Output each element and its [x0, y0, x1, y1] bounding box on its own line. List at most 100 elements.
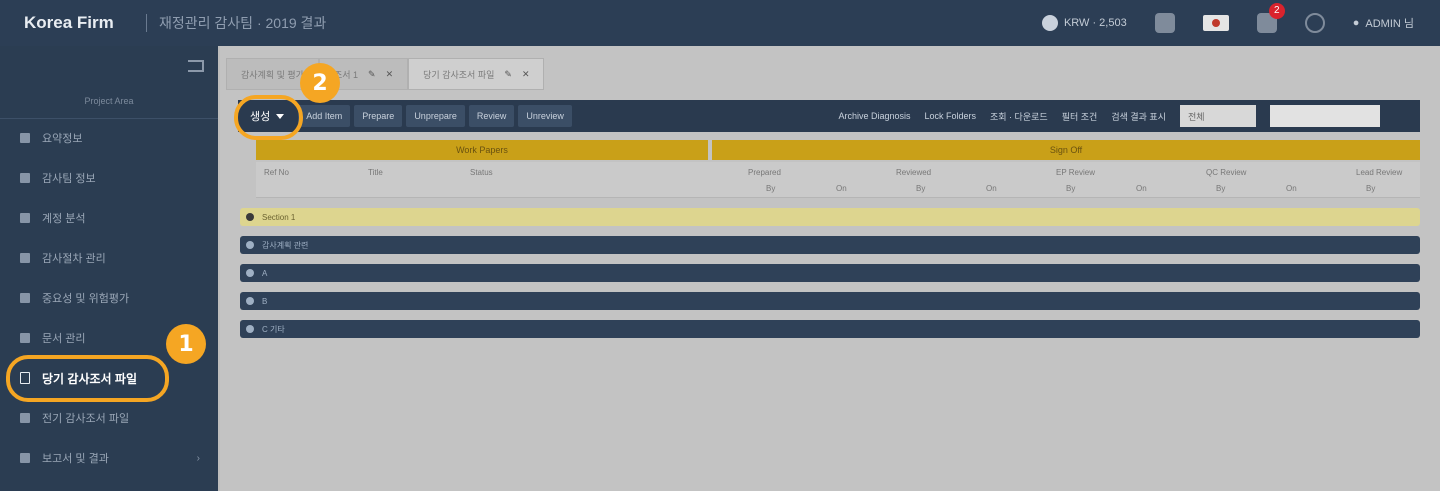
sub-column-on: On [1286, 184, 1297, 193]
section-row[interactable]: B [240, 292, 1420, 310]
search-result-link[interactable]: 검색 결과 표시 [1111, 110, 1166, 123]
sidebar-item-summary[interactable]: 요약정보 [0, 118, 218, 158]
archive-diagnosis-link[interactable]: Archive Diagnosis [838, 111, 910, 121]
folder-icon [20, 333, 30, 343]
report-icon [20, 453, 30, 463]
column-lead-review[interactable]: Lead Review [1356, 168, 1402, 177]
column-reviewed[interactable]: Reviewed [896, 168, 931, 177]
prepare-button[interactable]: Prepare [354, 105, 403, 127]
sidebar-item-label: 감사팀 정보 [42, 173, 96, 185]
column-ref[interactable]: Ref No [264, 168, 289, 177]
lock-folders-link[interactable]: Lock Folders [924, 111, 976, 121]
sidebar-item-risk[interactable]: 중요성 및 위험평가 [0, 278, 218, 318]
sidebar-item-accounts[interactable]: 계정 분석 [0, 198, 218, 238]
group-header-workpapers: Work Papers [256, 140, 708, 160]
help-icon[interactable] [1304, 13, 1325, 33]
search-input[interactable] [1270, 105, 1380, 127]
team-icon [20, 173, 30, 183]
notification-badge: 2 [1268, 3, 1285, 19]
sub-column-by: By [1216, 184, 1226, 193]
sidebar-item-label: 중요성 및 위험평가 [42, 293, 130, 305]
globe-icon [1041, 15, 1058, 31]
section-label: B [262, 296, 268, 306]
column-prepared[interactable]: Prepared [748, 168, 781, 177]
expand-icon[interactable] [246, 213, 254, 221]
filter-select[interactable]: 전체 [1180, 105, 1256, 127]
list-icon [20, 253, 30, 263]
breadcrumb-divider [146, 14, 147, 32]
language-selector[interactable]: KRW · 2,503 [1041, 15, 1127, 31]
filter-select-value: 전체 [1188, 111, 1205, 122]
shield-icon [20, 293, 30, 303]
sidebar-item-label: 감사절차 관리 [42, 253, 106, 265]
section-label: C 기타 [262, 324, 285, 334]
app-window: Korea Firm 재정관리 감사팀 · 2019 결과 KRW · 2,50… [0, 0, 1440, 491]
sub-column-on: On [1136, 184, 1147, 193]
main-content: 감사계획 및 평가 조서 1 ✎ ✕ 당기 감사조서 파일 ✎ ✕ 생성 Add… [220, 46, 1440, 491]
column-title[interactable]: Title [368, 168, 383, 177]
sidebar-item-reports[interactable]: 보고서 및 결과 › [0, 438, 218, 478]
sidebar-item-procedures[interactable]: 감사절차 관리 [0, 238, 218, 278]
highlight-ring-active-menu [6, 355, 169, 402]
folder-icon [246, 325, 254, 333]
tab-label: 감사계획 및 평가 [241, 69, 304, 80]
add-item-button[interactable]: Add Item [298, 105, 351, 127]
filter-link[interactable]: 필터 조건 [1062, 110, 1098, 123]
column-ep-review[interactable]: EP Review [1056, 168, 1095, 177]
review-button[interactable]: Review [468, 105, 515, 127]
tab-bar: 감사계획 및 평가 조서 1 ✎ ✕ 당기 감사조서 파일 ✎ ✕ [226, 58, 545, 90]
workpaper-toolbar: 생성 Add Item Prepare Unprepare Review Unr… [238, 100, 1420, 132]
pin-icon[interactable]: ✎ [368, 69, 376, 80]
sidebar-item-label: 문서 관리 [42, 333, 86, 345]
close-icon[interactable]: ✕ [522, 69, 530, 80]
user-icon: ● [1352, 17, 1360, 29]
breadcrumb: 재정관리 감사팀 · 2019 결과 [159, 15, 327, 31]
sub-column-by: By [766, 184, 776, 193]
callout-badge-1: 1 [166, 324, 206, 364]
folder-icon [246, 297, 254, 305]
bell-icon[interactable]: 2 [1256, 3, 1285, 33]
user-label: ADMIN 님 [1365, 18, 1414, 30]
sidebar: Project Area 요약정보 감사팀 정보 계정 분석 감사절차 관리 중… [0, 46, 218, 491]
column-status[interactable]: Status [470, 168, 493, 177]
sidebar-item-team[interactable]: 감사팀 정보 [0, 158, 218, 198]
pin-icon[interactable]: ✎ [504, 69, 512, 80]
collapse-sidebar-icon[interactable] [188, 60, 204, 72]
top-bar: Korea Firm 재정관리 감사팀 · 2019 결과 KRW · 2,50… [0, 0, 1440, 46]
sidebar-item-label: 계정 분석 [42, 213, 86, 225]
download-link[interactable]: 조회 · 다운로드 [990, 110, 1048, 123]
sub-column-by: By [1066, 184, 1076, 193]
tab-current-workpapers[interactable]: 당기 감사조서 파일 ✎ ✕ [408, 58, 545, 90]
tab-label: 당기 감사조서 파일 [423, 69, 495, 80]
folder-icon [246, 241, 254, 249]
sidebar-item-label: 전기 감사조서 파일 [42, 413, 130, 425]
chart-icon [20, 213, 30, 223]
dashboard-icon [20, 133, 30, 143]
brand-logo[interactable]: Korea Firm [24, 13, 134, 33]
building-icon[interactable] [1154, 13, 1175, 33]
section-label: Section 1 [262, 212, 296, 222]
user-menu[interactable]: ● ADMIN 님 [1353, 15, 1414, 31]
unreview-button[interactable]: Unreview [518, 105, 572, 127]
sidebar-item-prior-workpapers[interactable]: 전기 감사조서 파일 [0, 398, 218, 438]
group-header-signoff: Sign Off [712, 140, 1420, 160]
unprepare-button[interactable]: Unprepare [406, 105, 465, 127]
close-icon[interactable]: ✕ [386, 69, 394, 80]
archive-icon [20, 413, 30, 423]
sidebar-item-label: 보고서 및 결과 [42, 453, 109, 465]
section-row[interactable]: A [240, 264, 1420, 282]
section-row[interactable]: C 기타 [240, 320, 1420, 338]
toolbar-right-group: Archive Diagnosis Lock Folders 조회 · 다운로드… [838, 100, 1380, 132]
highlight-ring-create-button [234, 95, 303, 140]
grid-header-row: Ref No Title Status Prepared Reviewed EP… [256, 162, 1420, 198]
column-qc-review[interactable]: QC Review [1206, 168, 1246, 177]
section-row[interactable]: Section 1 [240, 208, 1420, 226]
chevron-right-icon: › [196, 452, 200, 464]
callout-badge-2: 2 [300, 63, 340, 103]
section-row[interactable]: 감사계획 관련 [240, 236, 1420, 254]
sub-column-on: On [986, 184, 997, 193]
folder-icon [246, 269, 254, 277]
language-label: KRW · 2,503 [1063, 17, 1127, 29]
korea-flag-icon[interactable] [1202, 15, 1229, 31]
top-actions: KRW · 2,503 2 ● ADMIN 님 [1041, 0, 1414, 46]
